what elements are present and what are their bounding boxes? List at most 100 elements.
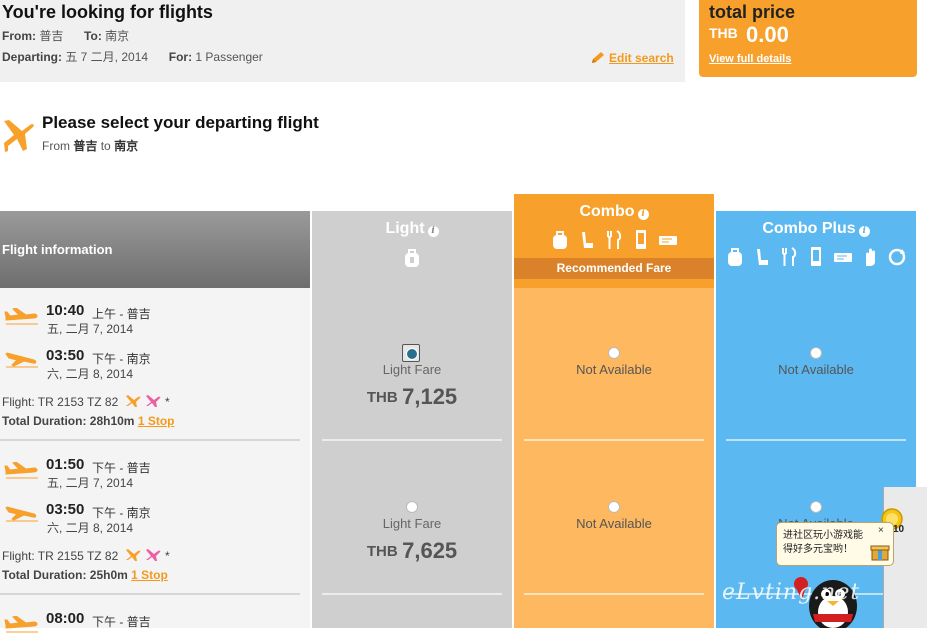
watermark: eLvting.net: [722, 580, 861, 605]
edit-search-link[interactable]: Edit search: [590, 51, 674, 65]
flight-number: Flight: TR 2155 TZ 82 *: [2, 548, 170, 563]
seat-icon: [581, 232, 593, 249]
departure-time: 10:40: [46, 302, 85, 319]
arrival-date: 六, 二月 8, 2014: [47, 367, 134, 381]
summary-title: You're looking for flights: [2, 2, 213, 22]
departure-plane-icon: [4, 308, 38, 325]
combo-fare-radio[interactable]: [608, 347, 620, 359]
departure-time: 08:00: [46, 610, 85, 627]
search-summary: You're looking for flights From: 普吉 To: …: [0, 0, 685, 82]
fare-currency: THB: [366, 543, 398, 560]
flight-info-header-label: Flight information: [2, 242, 113, 257]
arrival-date: 六, 二月 8, 2014: [47, 521, 134, 535]
priority-hand-icon: [866, 248, 876, 267]
flexible-change-icon: [888, 249, 906, 266]
fare-amount: 7,625: [402, 538, 458, 563]
row-divider: [322, 439, 502, 441]
view-full-details-link[interactable]: View full details: [709, 53, 791, 65]
carrier-plane-icon: [125, 395, 141, 407]
for-value: 1 Passenger: [195, 50, 263, 64]
section-route: From 普吉 to 南京: [42, 137, 138, 154]
combo-plus-fare-radio[interactable]: [810, 347, 822, 359]
baggage-icon: [405, 249, 419, 268]
flight-info-header: Flight information: [0, 211, 310, 288]
stops-link[interactable]: 1 Stop: [138, 414, 175, 428]
from-value: 普吉: [39, 29, 64, 43]
seat-icon: [756, 249, 768, 266]
light-fare-radio[interactable]: [406, 501, 418, 513]
section-from-city: 普吉: [73, 139, 98, 153]
departure-date: 五, 二月 7, 2014: [47, 476, 134, 490]
combo-plus-header-label: Combo Plus: [762, 220, 856, 237]
fare-currency: THB: [366, 389, 398, 406]
departure-plane-icon: [4, 462, 38, 479]
pencil-icon: [592, 52, 604, 63]
info-icon[interactable]: i: [427, 226, 439, 237]
total-duration: Total Duration: 25h0m 1 Stop: [2, 568, 168, 582]
arrival-time: 03:50: [46, 347, 85, 364]
section-to-city: 南京: [114, 139, 139, 153]
light-fare-header: Light i: [312, 211, 512, 288]
departing-label: Departing:: [2, 50, 62, 64]
light-fare-radio[interactable]: [402, 344, 420, 362]
departure-date: 五, 二月 7, 2014: [47, 322, 134, 336]
airplane-icon: [4, 120, 34, 152]
light-header-label: Light: [385, 220, 425, 237]
popup-text: 进社区玩小游戏能得好多元宝哟！: [783, 530, 863, 555]
device-icon: [636, 230, 647, 250]
section-title: Please select your departing flight: [42, 113, 319, 132]
departure-ampm-city: 下午 - 普吉: [92, 615, 151, 629]
game-promo-popup[interactable]: 进社区玩小游戏能得好多元宝哟！ ×: [776, 522, 894, 566]
row-divider: [524, 439, 704, 441]
date-row: Departing: 五 7 二月, 2014 For: 1 Passenger: [2, 48, 263, 65]
total-price-label: total price: [709, 2, 796, 22]
combo-plus-fare-radio[interactable]: [810, 501, 822, 513]
coin-count: 10: [893, 524, 905, 535]
row-divider: [0, 439, 300, 441]
row-divider: [524, 593, 704, 595]
flight-note: *: [164, 395, 170, 409]
close-icon[interactable]: ×: [878, 525, 884, 536]
flight-number-text: Flight: TR 2155 TZ 82: [2, 549, 119, 563]
fare-price: THB 7,625: [312, 538, 512, 564]
baggage-icon: [727, 248, 742, 267]
ticket-icon: [834, 253, 853, 263]
duration-text: Total Duration: 28h10m: [2, 414, 135, 428]
flight-note: *: [164, 549, 170, 563]
not-available-label: Not Available: [576, 516, 652, 531]
fare-label: Light Fare: [382, 362, 442, 377]
flight-number-text: Flight: TR 2153 TZ 82: [2, 395, 119, 409]
edit-search-label: Edit search: [609, 51, 674, 65]
row-divider: [322, 593, 502, 595]
arrival-time: 03:50: [46, 501, 85, 518]
info-icon[interactable]: i: [858, 226, 870, 237]
stops-link[interactable]: 1 Stop: [131, 568, 168, 582]
total-currency: THB: [709, 25, 738, 41]
combo-header-label: Combo: [579, 203, 635, 220]
recommended-fare-badge: Recommended Fare: [514, 258, 714, 279]
combo-fare-radio[interactable]: [608, 501, 620, 513]
meal-icon: [607, 230, 622, 250]
info-icon[interactable]: i: [637, 209, 649, 220]
fare-price: THB 7,125: [312, 384, 512, 410]
duration-text: Total Duration: 25h0m: [2, 568, 128, 582]
not-available-label: Not Available: [778, 362, 854, 377]
combo-fare-column: Not Available Not Available: [514, 288, 714, 628]
section-to-word: to: [100, 139, 111, 153]
to-value: 南京: [105, 29, 130, 43]
total-amount: 0.00: [746, 22, 789, 47]
meal-icon: [781, 247, 797, 267]
row-divider: [726, 439, 906, 441]
total-price-box: total price THB 0.00 View full details: [699, 0, 917, 77]
departing-value: 五 7 二月, 2014: [65, 50, 149, 64]
arrival-plane-icon: [5, 506, 38, 522]
ticket-icon: [659, 236, 678, 246]
fare-label: Light Fare: [382, 516, 442, 531]
route-row: From: 普吉 To: 南京: [2, 27, 129, 44]
combo-fare-header: Combo i Recommended Fare: [514, 194, 714, 288]
combo-plus-fare-header: Combo Plus i: [716, 211, 916, 288]
arrival-plane-icon: [5, 352, 38, 368]
gift-icon[interactable]: [870, 541, 890, 561]
total-duration: Total Duration: 28h10m 1 Stop: [2, 414, 174, 428]
carrier-plane-icon: [145, 549, 161, 561]
